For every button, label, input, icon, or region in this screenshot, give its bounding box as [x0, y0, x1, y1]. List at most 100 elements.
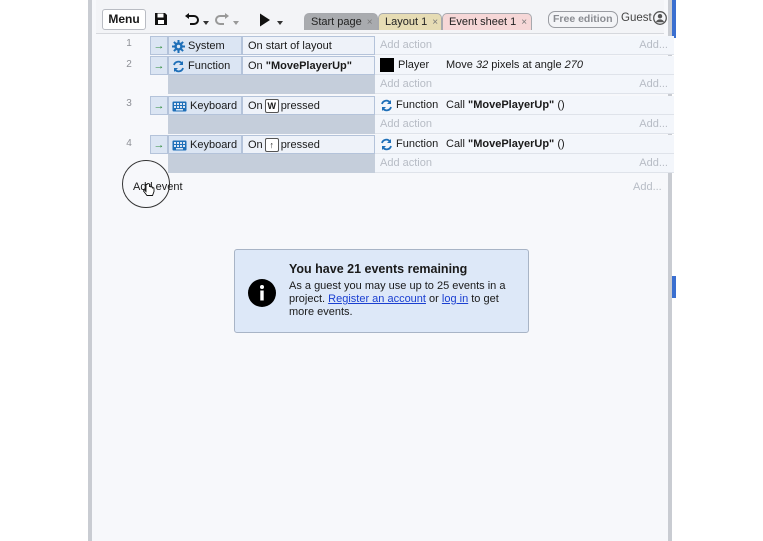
menu-button[interactable]: Menu	[102, 9, 146, 30]
condition-suffix: pressed	[280, 139, 320, 151]
action-suffix: ()	[554, 99, 565, 111]
event-arrow-icon[interactable]: →	[150, 36, 168, 55]
action-prefix: Move	[446, 59, 476, 71]
redo-icon[interactable]	[214, 11, 230, 27]
function-icon	[381, 138, 392, 150]
object-name: Keyboard	[190, 100, 238, 112]
undo-icon[interactable]	[184, 11, 200, 27]
event-number: 3	[126, 98, 132, 109]
condition-prefix: On	[248, 100, 263, 112]
key-up-arrow: ↑	[264, 138, 279, 153]
event-number: 2	[126, 59, 132, 70]
close-icon[interactable]: ×	[521, 17, 527, 28]
condition-blank-area[interactable]	[168, 154, 375, 173]
add-more-link[interactable]: Add...	[639, 75, 668, 93]
events-remaining-notice: You have 21 events remaining As a guest …	[234, 249, 529, 333]
info-icon	[248, 279, 276, 307]
notice-title: You have 21 events remaining	[289, 262, 468, 276]
event-arrow-icon[interactable]: →	[150, 56, 168, 75]
add-action-link[interactable]: Add action	[380, 157, 432, 169]
keyboard-icon	[172, 101, 187, 112]
event-arrow-icon[interactable]: →	[150, 135, 168, 154]
add-action-link[interactable]: Add action	[380, 78, 432, 90]
condition-prefix: On	[248, 139, 263, 151]
tab-label: Layout 1	[385, 16, 428, 28]
action-text[interactable]: Move 32 pixels at angle 270	[441, 56, 674, 75]
toolbar: Menu Start page × Layout 1 × Event sheet 1…	[96, 0, 667, 34]
add-action-row[interactable]: Add action Add...	[375, 75, 674, 94]
close-icon[interactable]: ×	[367, 17, 373, 28]
action-object[interactable]: Function	[375, 135, 441, 154]
action-object[interactable]: Function	[375, 96, 441, 115]
condition-text[interactable]: On "MovePlayerUp"	[242, 56, 375, 75]
action-text[interactable]: Call "MovePlayerUp" ()	[441, 96, 674, 115]
redo-dropdown-icon[interactable]	[233, 15, 239, 31]
condition-label: On start of layout	[248, 40, 332, 52]
event-number: 4	[126, 138, 132, 149]
key-w: W	[264, 99, 279, 114]
object-name: System	[188, 40, 225, 52]
condition-object[interactable]: Keyboard	[168, 96, 242, 115]
object-name: Keyboard	[190, 139, 238, 151]
event-arrow-icon[interactable]: →	[150, 96, 168, 115]
action-param-angle: 270	[564, 59, 584, 71]
event-number: 1	[126, 38, 132, 49]
condition-text[interactable]: On ↑ pressed	[242, 135, 375, 154]
close-icon[interactable]: ×	[432, 17, 438, 28]
action-object[interactable]: Player	[375, 56, 441, 75]
object-name: Function	[396, 138, 439, 150]
add-more-link[interactable]: Add...	[639, 36, 668, 54]
tab-label: Start page	[311, 16, 362, 28]
function-icon	[173, 60, 184, 72]
black-square-icon	[380, 58, 394, 73]
object-name: Function	[396, 99, 439, 111]
add-event-more-link[interactable]: Add...	[633, 181, 662, 193]
action-prefix: Call	[446, 138, 469, 150]
log-in-link[interactable]: log in	[442, 293, 468, 305]
condition-function-name: "MovePlayerUp"	[265, 60, 352, 72]
condition-object[interactable]: Keyboard	[168, 135, 242, 154]
condition-prefix: On	[248, 60, 266, 72]
tab-layout-1[interactable]: Layout 1 ×	[378, 13, 442, 30]
user-account-icon[interactable]	[653, 11, 667, 25]
object-name: Function	[188, 60, 231, 72]
action-prefix: Call	[446, 99, 469, 111]
guest-label: Guest	[621, 12, 652, 24]
action-suffix: ()	[554, 138, 565, 150]
add-action-row[interactable]: Add action Add...	[375, 115, 674, 134]
hand-cursor-icon	[143, 183, 155, 196]
play-dropdown-icon[interactable]	[277, 15, 283, 31]
condition-text[interactable]: On Wpressed	[242, 96, 375, 115]
condition-blank-area[interactable]	[168, 75, 375, 94]
add-action-row[interactable]: Add action Add...	[375, 154, 674, 173]
register-account-link[interactable]: Register an account	[328, 293, 426, 305]
action-function-name: "MovePlayerUp"	[468, 138, 555, 150]
add-action-link[interactable]: Add action	[380, 39, 432, 51]
condition-object[interactable]: System	[168, 36, 242, 55]
tab-label: Event sheet 1	[449, 16, 517, 28]
condition-suffix: pressed	[280, 100, 320, 112]
action-function-name: "MovePlayerUp"	[468, 99, 555, 111]
add-action-row[interactable]: Add action Add...	[375, 36, 674, 55]
condition-text[interactable]: On start of layout	[242, 36, 375, 55]
condition-object[interactable]: Function	[168, 56, 242, 75]
free-edition-badge[interactable]: Free edition	[548, 11, 618, 28]
undo-dropdown-icon[interactable]	[203, 15, 209, 31]
add-action-link[interactable]: Add action	[380, 118, 432, 130]
play-icon[interactable]	[259, 12, 271, 28]
notice-text-2: or	[425, 293, 442, 305]
add-more-link[interactable]: Add...	[639, 115, 668, 133]
add-more-link[interactable]: Add...	[639, 154, 668, 172]
notice-text: As a guest you may use up to 25 events i…	[289, 280, 519, 319]
keyboard-icon	[172, 140, 187, 151]
action-param-distance: 32	[475, 59, 489, 71]
condition-blank-area[interactable]	[168, 115, 375, 134]
save-icon[interactable]	[154, 11, 168, 27]
tab-event-sheet-1[interactable]: Event sheet 1 ×	[442, 13, 532, 30]
gear-icon	[172, 39, 185, 53]
tab-start-page[interactable]: Start page ×	[304, 13, 378, 30]
function-icon	[381, 99, 392, 111]
action-text[interactable]: Call "MovePlayerUp" ()	[441, 135, 674, 154]
action-mid: pixels at angle	[488, 59, 565, 71]
object-name: Player	[398, 59, 430, 71]
